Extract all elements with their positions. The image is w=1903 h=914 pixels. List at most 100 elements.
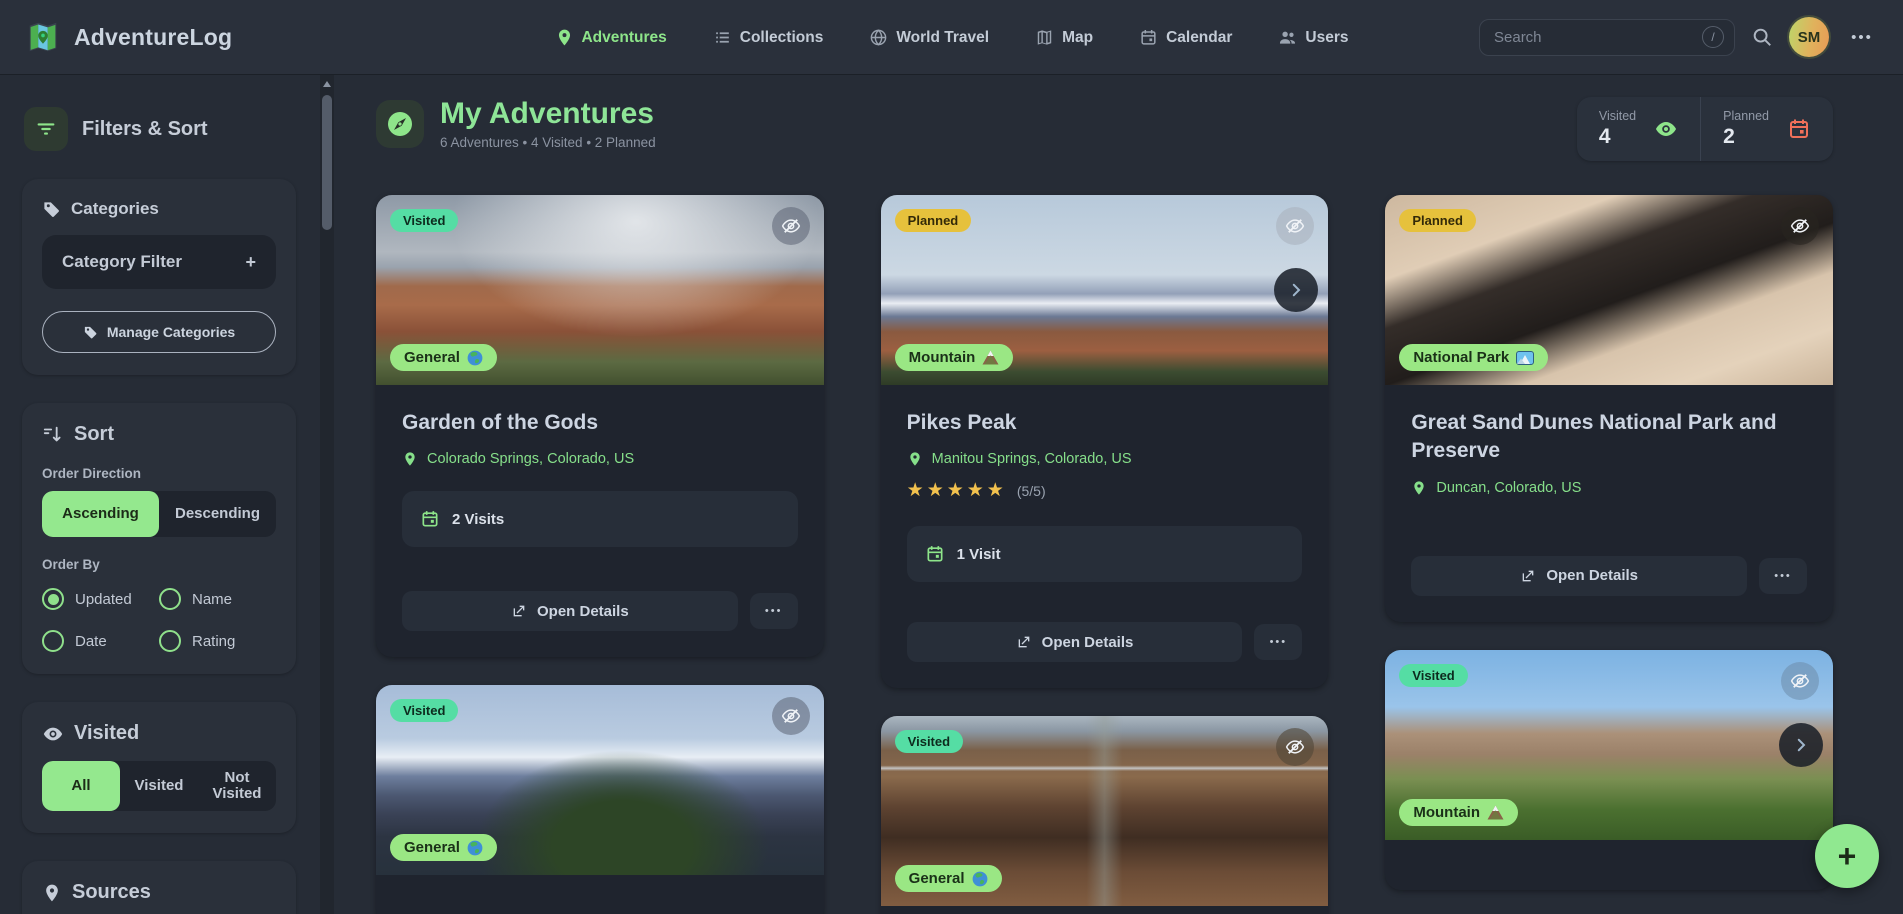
location-text: Manitou Springs, Colorado, US [932,451,1132,467]
tag-icon [83,325,98,340]
category-filter-collapse[interactable]: Category Filter + [42,235,276,289]
chevron-right-icon[interactable] [1274,268,1318,312]
expand-plus-icon: + [245,252,256,273]
visited-visited[interactable]: Visited [120,761,198,811]
radio-updated[interactable]: Updated [42,588,159,610]
map-pin-icon [907,451,923,467]
users-icon [1278,28,1297,47]
card-more-icon[interactable]: ••• [1254,624,1302,660]
card-title: Garden of the Gods [402,409,798,437]
status-badge: Visited [895,730,963,753]
compass-icon [376,100,424,148]
order-direction-label: Order Direction [42,466,276,481]
nav-item-calendar[interactable]: Calendar [1139,28,1232,47]
open-details-label: Open Details [1546,567,1638,584]
radio-icon [159,630,181,652]
external-link-icon [1520,568,1536,584]
adventure-card-4: Visited General [376,685,824,914]
search-box[interactable]: / [1479,19,1735,56]
location-text: Duncan, Colorado, US [1436,480,1581,496]
adventure-card-garden-of-the-gods: Visited General Garden of the Gods [376,195,824,657]
scrollbar-thumb[interactable] [322,95,332,230]
card-photo[interactable]: Visited Mountain [1385,650,1833,840]
sort-section: Sort Order Direction Ascending Descendin… [22,403,296,674]
visited-all[interactable]: All [42,761,120,811]
category-badge: Mountain [1399,799,1518,826]
overflow-menu-icon[interactable]: ••• [1845,22,1879,52]
radio-date[interactable]: Date [42,630,159,652]
direction-ascending[interactable]: Ascending [42,491,159,537]
open-details-button[interactable]: Open Details [402,591,738,631]
page-subtitle: 6 Adventures • 4 Visited • 2 Planned [440,135,656,150]
card-location: Colorado Springs, Colorado, US [402,451,798,467]
status-badge: Planned [1399,209,1476,232]
scrollbar-up-arrow[interactable] [323,81,331,87]
card-photo[interactable]: Planned National Park [1385,195,1833,385]
direction-descending[interactable]: Descending [159,491,276,537]
card-photo[interactable]: Planned Mountain [881,195,1329,385]
eye-icon [42,723,64,745]
visited-section: Visited All Visited Not Visited [22,702,296,833]
stat-planned: Planned 2 [1700,97,1833,161]
open-details-button[interactable]: Open Details [1411,556,1747,596]
search-input[interactable] [1494,29,1702,46]
category-badge: General [390,834,497,861]
open-details-button[interactable]: Open Details [907,622,1243,662]
open-details-label: Open Details [1042,634,1134,651]
eye-icon [1654,117,1678,141]
radio-name[interactable]: Name [159,588,276,610]
radio-icon [42,588,64,610]
globe-americas-emoji [467,350,483,366]
radio-label: Updated [75,591,132,608]
sort-icon [42,424,64,446]
nav-item-map[interactable]: Map [1035,28,1093,47]
stat-label: Visited [1599,109,1636,123]
radio-label: Name [192,591,232,608]
stat-value: 4 [1599,125,1636,149]
add-adventure-button[interactable]: + [1815,824,1879,888]
sort-heading: Sort [42,423,276,446]
radio-rating[interactable]: Rating [159,630,276,652]
nav-item-collections[interactable]: Collections [713,28,824,47]
card-more-icon[interactable]: ••• [750,593,798,629]
visited-not-visited[interactable]: Not Visited [198,761,276,811]
categories-heading: Categories [42,199,276,219]
brand[interactable]: AdventureLog [24,18,232,56]
search-icon[interactable] [1751,26,1773,48]
card-photo[interactable]: Visited General [376,685,824,875]
eye-slash-icon[interactable] [1781,207,1819,245]
nav-label: Adventures [581,29,666,47]
card-photo[interactable]: Visited General [881,716,1329,906]
sidebar-scrollbar[interactable] [320,75,334,914]
category-label: General [909,870,965,887]
eye-slash-icon[interactable] [772,207,810,245]
nav-item-world-travel[interactable]: World Travel [869,28,989,47]
nav-item-users[interactable]: Users [1278,28,1348,47]
calendar-icon [420,509,440,529]
chevron-right-icon[interactable] [1779,723,1823,767]
category-label: General [404,349,460,366]
category-badge: General [390,344,497,371]
calendar-icon [925,544,945,564]
globe-americas-emoji [467,840,483,856]
card-photo[interactable]: Visited General [376,195,824,385]
mountain-emoji [1487,805,1504,820]
eye-slash-icon[interactable] [772,697,810,735]
status-badge: Planned [895,209,972,232]
page-title: My Adventures [440,97,656,131]
card-more-icon[interactable]: ••• [1759,558,1807,594]
radio-icon [42,630,64,652]
card-location: Duncan, Colorado, US [1411,480,1807,496]
eye-slash-icon[interactable] [1276,207,1314,245]
eye-slash-icon[interactable] [1276,728,1314,766]
stat-visited: Visited 4 [1577,97,1700,161]
status-badge: Visited [390,209,458,232]
rating-row: ★★★★★ (5/5) [907,479,1303,502]
order-direction-toggle: Ascending Descending [42,491,276,537]
user-avatar[interactable]: SM [1789,17,1829,57]
order-by-options: Updated Name Date Rating [42,588,276,652]
nav-item-adventures[interactable]: Adventures [554,28,666,47]
visits-box: 1 Visit [907,526,1303,582]
manage-categories-button[interactable]: Manage Categories [42,311,276,353]
eye-slash-icon[interactable] [1781,662,1819,700]
